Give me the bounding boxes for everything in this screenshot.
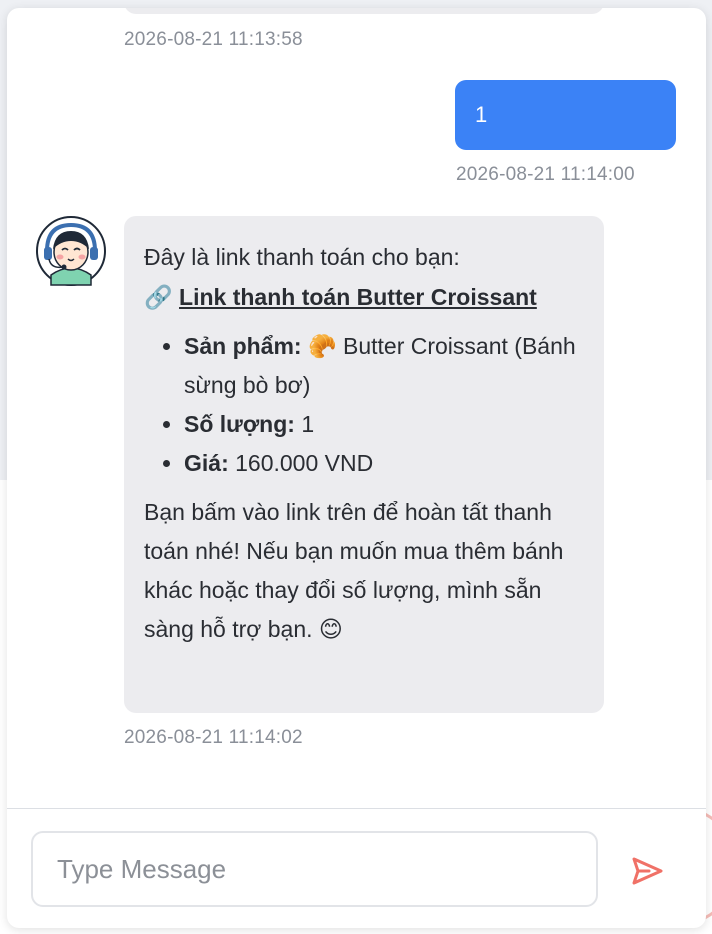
bot-message-intro: Đây là link thanh toán cho bạn: bbox=[144, 244, 460, 270]
detail-label: Giá: bbox=[184, 450, 229, 476]
support-agent-avatar bbox=[36, 216, 106, 286]
link-icon: 🔗 bbox=[144, 284, 173, 310]
detail-label: Số lượng: bbox=[184, 411, 295, 437]
user-message-bubble: 1 bbox=[455, 80, 676, 150]
message-list[interactable]: 2026-08-21 11:13:58 1 2026-08-21 11:14:0… bbox=[7, 8, 706, 808]
detail-product: Sản phẩm: 🥐 Butter Croissant (Bánh sừng … bbox=[184, 327, 584, 405]
detail-value: 1 bbox=[301, 411, 315, 437]
chat-window: 2026-08-21 11:13:58 1 2026-08-21 11:14:0… bbox=[7, 8, 706, 928]
user-message-text: 1 bbox=[475, 102, 488, 127]
message-input[interactable] bbox=[31, 831, 598, 907]
payment-link-line: 🔗 Link thanh toán Butter Croissant bbox=[144, 277, 584, 317]
payment-link[interactable]: Link thanh toán Butter Croissant bbox=[179, 284, 537, 310]
bot-message-timestamp: 2026-08-21 11:14:02 bbox=[124, 727, 303, 748]
bot-message-closing: Bạn bấm vào link trên để hoàn tất thanh … bbox=[144, 499, 564, 642]
detail-quantity: Số lượng: 1 bbox=[184, 405, 584, 444]
user-message-timestamp: 2026-08-21 11:14:00 bbox=[456, 164, 635, 185]
send-icon bbox=[632, 857, 663, 885]
composer-divider bbox=[7, 808, 706, 809]
detail-price: Giá: 160.000 VND bbox=[184, 444, 584, 483]
previous-message-timestamp: 2026-08-21 11:13:58 bbox=[124, 29, 303, 50]
bot-message-bubble: Đây là link thanh toán cho bạn: 🔗 Link t… bbox=[124, 216, 604, 713]
detail-label: Sản phẩm: bbox=[184, 333, 302, 359]
previous-bot-bubble bbox=[124, 8, 604, 14]
order-details-list: Sản phẩm: 🥐 Butter Croissant (Bánh sừng … bbox=[164, 327, 584, 483]
detail-value: 160.000 VND bbox=[235, 450, 374, 476]
send-button[interactable] bbox=[627, 851, 667, 891]
